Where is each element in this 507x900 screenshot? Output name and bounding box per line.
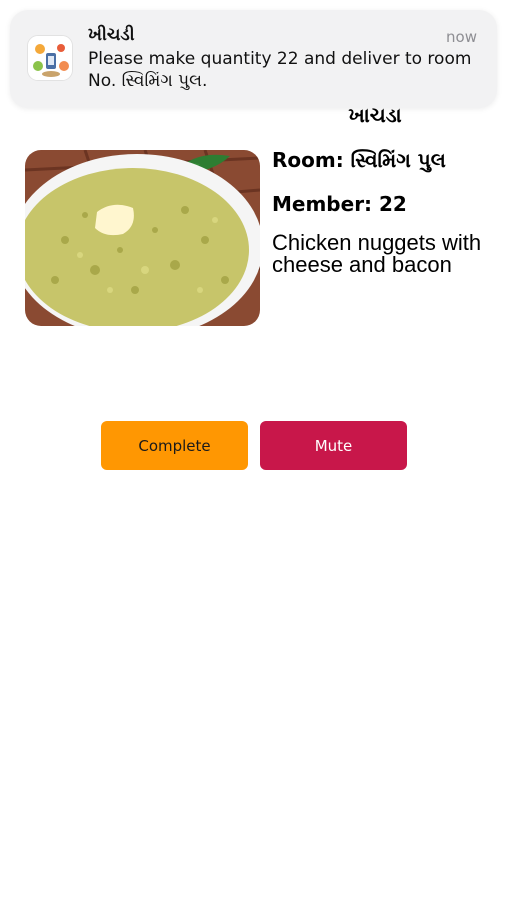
member-count: Member: 22 — [272, 192, 407, 216]
order-info: Room: સ્વિમિંગ પુલ Member: 22 Chicken nu… — [272, 146, 497, 276]
page-title: ખાચડા — [348, 103, 402, 127]
room-label: Room: સ્વિમિંગ પુલ — [272, 148, 446, 172]
order-description: Chicken nuggets with cheese and bacon — [272, 230, 482, 277]
notification-app-name: ખીચડી — [88, 25, 135, 45]
notification-banner[interactable]: ખીચડી now Please make quantity 22 and de… — [10, 10, 497, 108]
food-app-icon — [27, 35, 73, 81]
notification-time: now — [446, 28, 477, 46]
notification-message: Please make quantity 22 and deliver to r… — [88, 49, 472, 91]
food-image — [25, 150, 260, 326]
complete-button[interactable]: Complete — [101, 421, 248, 470]
mute-button[interactable]: Mute — [260, 421, 407, 470]
